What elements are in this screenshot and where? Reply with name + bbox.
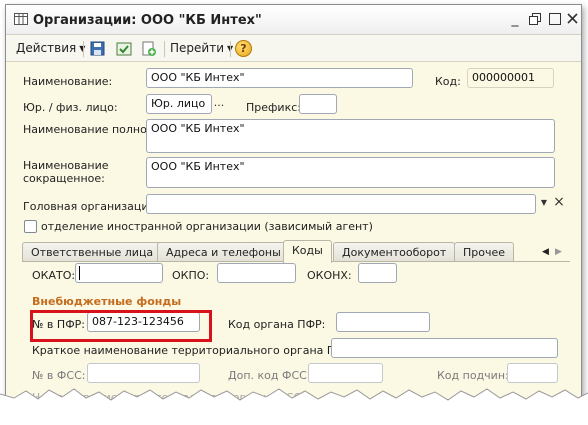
tab-codes[interactable]: Коды (283, 240, 332, 263)
close-button[interactable] (564, 11, 580, 27)
restore-icon (529, 13, 541, 25)
save-close-icon[interactable] (89, 40, 107, 58)
table-icon (14, 13, 28, 25)
tab-label: Прочее (463, 246, 506, 259)
short-name-input[interactable]: ООО "КБ Интех" (146, 157, 555, 188)
toolbar: Действия▼ Перейти▼ ? (6, 36, 581, 62)
tab-label: Адреса и телефоны (166, 246, 281, 259)
pfr-short-name-label: Краткое наименование территориального ор… (32, 344, 355, 357)
actions-menu[interactable]: Действия▼ (16, 41, 85, 55)
okato-input[interactable] (75, 263, 163, 283)
pfr-code-label: Код органа ПФР: (228, 318, 326, 331)
tab-label: Документооборот (342, 246, 447, 259)
write-icon[interactable] (115, 40, 133, 58)
short-name-label-line1: Наименование (23, 159, 109, 172)
toolbar-separator (83, 41, 84, 57)
tab-scroll-right-icon[interactable]: ▶ (555, 244, 567, 260)
person-type-select[interactable]: Юр. лицо (146, 94, 212, 114)
short-name-label-line2: сокращенное: (23, 172, 105, 185)
title-bar[interactable]: Организации: ООО "КБ Интех" _ (6, 5, 581, 35)
help-icon[interactable]: ? (235, 40, 252, 57)
head-org-input[interactable] (146, 194, 536, 214)
window-title: Организации: ООО "КБ Интех" (33, 13, 262, 28)
okpo-input[interactable] (217, 263, 296, 283)
person-type-label: Юр. / физ. лицо: (23, 101, 118, 114)
pfr-code-input[interactable] (336, 312, 430, 332)
head-org-clear-button[interactable]: × (551, 195, 567, 213)
tab-other[interactable]: Прочее (454, 242, 515, 262)
tab-scroll-left-icon[interactable]: ◀ (542, 244, 554, 260)
full-name-input[interactable]: ООО "КБ Интех" (146, 119, 555, 153)
foreign-branch-label: отделение иностранной организации (завис… (41, 220, 373, 233)
fss-extra-code-label: Доп. код ФСС: (228, 369, 311, 382)
help-label: ? (240, 42, 247, 55)
fss-extra-code-input[interactable] (308, 363, 383, 383)
prefix-label: Префикс: (246, 101, 301, 114)
full-name-label: Наименование полное: (23, 123, 158, 136)
okato-label: ОКАТО: (32, 269, 76, 282)
goto-menu-label: Перейти (170, 41, 224, 55)
pfr-short-name-input[interactable] (331, 338, 558, 358)
toolbar-separator (164, 41, 165, 57)
minimize-button[interactable]: _ (507, 11, 523, 27)
copy-document-icon[interactable] (140, 40, 158, 58)
subordination-code-label: Код подчин: (437, 369, 509, 382)
name-label: Наименование: (23, 75, 113, 88)
tab-label: Ответственные лица (31, 246, 154, 259)
torn-edge (0, 388, 588, 425)
actions-menu-label: Действия (16, 41, 77, 55)
name-input[interactable]: ООО "КБ Интех" (146, 68, 413, 88)
okonh-label: ОКОНХ: (307, 269, 352, 282)
text-cursor (79, 266, 80, 280)
tab-document-flow[interactable]: Документооборот (333, 242, 456, 262)
person-type-choose-button[interactable]: ... (211, 95, 227, 113)
okpo-label: ОКПО: (172, 269, 210, 282)
tab-addresses-phones[interactable]: Адреса и телефоны (157, 242, 290, 262)
tab-responsible-persons[interactable]: Ответственные лица (22, 242, 163, 262)
fss-number-input[interactable] (87, 363, 200, 383)
close-icon (566, 13, 578, 24)
subordination-code-input[interactable] (507, 363, 558, 383)
maximize-button[interactable] (547, 11, 563, 27)
toolbar-separator (230, 41, 231, 57)
fss-number-label: № в ФСС: (32, 369, 86, 382)
organization-window: Организации: ООО "КБ Интех" _ Действия▼ (5, 4, 582, 400)
section-title-funds: Внебюджетные фонды (32, 295, 182, 308)
goto-menu[interactable]: Перейти▼ (170, 41, 233, 55)
okonh-input[interactable] (358, 263, 397, 283)
maximize-icon (549, 13, 561, 25)
restore-button[interactable] (527, 11, 543, 27)
head-org-label: Головная организация: (23, 200, 159, 213)
code-label: Код: (435, 75, 461, 88)
head-org-dropdown-button[interactable]: ▼ (536, 195, 552, 213)
tab-bar: Ответственные лица Адреса и телефоны Код… (22, 240, 562, 263)
code-value: 000000001 (467, 68, 554, 88)
highlight-frame (30, 310, 212, 342)
prefix-input[interactable] (299, 94, 337, 114)
tab-label: Коды (292, 244, 323, 257)
foreign-branch-checkbox[interactable] (24, 220, 37, 233)
